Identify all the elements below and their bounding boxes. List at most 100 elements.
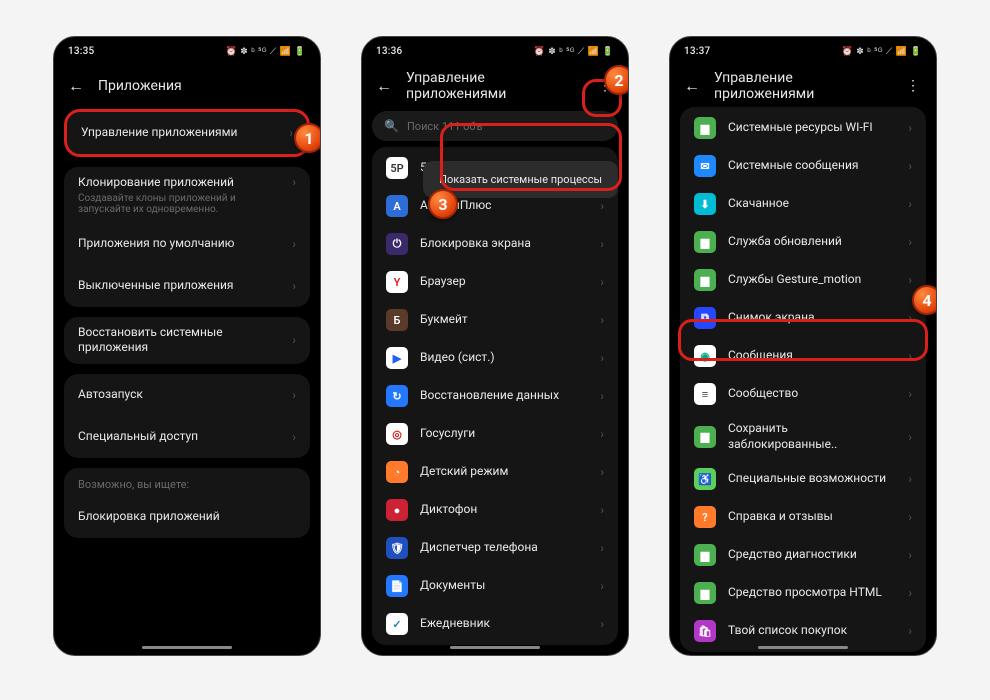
app-icon: А — [386, 195, 408, 217]
phone-screen-2: 13:36 ⏰ ✽ ᵇ ⁵ᴳ ⟋ 📶 🔋 ← Управление прилож… — [361, 36, 629, 656]
app-label: Средство диагностики — [728, 547, 896, 563]
app-row[interactable]: ↻Восстановление данных› — [372, 377, 618, 415]
more-icon[interactable]: ⋮ — [904, 79, 922, 93]
app-row[interactable]: ♿Специальные возможности› — [680, 460, 926, 498]
app-row[interactable]: 📄Документы› — [372, 567, 618, 605]
row-autostart[interactable]: Автозапуск › — [64, 374, 310, 416]
app-row[interactable]: ✉Системные сообщения› — [680, 147, 926, 185]
app-row[interactable]: ▆Средство просмотра HTML› — [680, 574, 926, 612]
status-bar: 13:36 ⏰ ✽ ᵇ ⁵ᴳ ⟋ 📶 🔋 — [362, 37, 628, 65]
chevron-right-icon: › — [600, 503, 604, 517]
app-row[interactable]: ▆Системные ресурсы WI-FI› — [680, 109, 926, 147]
app-row[interactable]: ▆Службы Gesture_motion› — [680, 261, 926, 299]
app-label: Детский режим — [420, 464, 588, 480]
step-badge-1: 1 — [294, 123, 321, 153]
home-indicator[interactable] — [142, 646, 232, 649]
chevron-right-icon: › — [600, 313, 604, 327]
app-row[interactable]: ≡Сообщество› — [680, 375, 926, 413]
app-row[interactable]: ? Справка и отзывы › — [680, 498, 926, 536]
home-indicator[interactable] — [758, 646, 848, 649]
app-icon: ⬇ — [694, 193, 716, 215]
app-label: Букмейт — [420, 312, 588, 328]
app-row[interactable]: ▆Сохранить заблокированные..› — [680, 413, 926, 460]
back-icon[interactable]: ← — [68, 76, 84, 96]
app-row[interactable]: Б Букмейт › — [372, 301, 618, 339]
app-label: Средство просмотра HTML — [728, 585, 896, 601]
app-row[interactable]: ●Диктофон› — [372, 491, 618, 529]
app-row[interactable]: ◔Детский режим› — [372, 453, 618, 491]
app-icon: ? — [694, 506, 716, 528]
chevron-right-icon: › — [908, 624, 912, 638]
app-icon: Б — [386, 309, 408, 331]
row-special-access[interactable]: Специальный доступ › — [64, 416, 310, 458]
row-default-apps[interactable]: Приложения по умолчанию › — [64, 223, 310, 265]
header: ← Управление приложениями ⋮ — [670, 65, 936, 107]
chevron-right-icon: › — [292, 175, 296, 189]
chevron-right-icon: › — [600, 237, 604, 251]
app-row[interactable]: ▶Видео (сист.)› — [372, 339, 618, 377]
app-row[interactable]: ⬇Скачанное› — [680, 185, 926, 223]
app-row[interactable]: ◎Госуслуги› — [372, 415, 618, 453]
app-label: Системные сообщения — [728, 158, 896, 174]
app-label: Справка и отзывы — [728, 509, 896, 525]
row-app-lock[interactable]: Блокировка приложений — [64, 496, 310, 538]
chevron-right-icon: › — [289, 126, 293, 140]
row-label: Выключенные приложения — [78, 278, 280, 294]
search-input[interactable]: 🔍 Поиск 111 объ — [372, 111, 618, 141]
row-restore-system-apps[interactable]: Восстановить системные приложения › — [64, 317, 310, 364]
chevron-right-icon: › — [908, 349, 912, 363]
app-label: Госуслуги — [420, 426, 588, 442]
app-label: Специальные возможности — [728, 471, 896, 487]
page-title: Управление приложениями — [714, 70, 890, 102]
chevron-right-icon: › — [600, 199, 604, 213]
phone-screen-3: 13:37 ⏰ ✽ ᵇ ⁵ᴳ ⟋ 📶 🔋 ← Управление прилож… — [669, 36, 937, 656]
status-icons: ⏰ ✽ ᵇ ⁵ᴳ ⟋ 📶 🔋 — [226, 46, 306, 57]
app-row[interactable]: ✓Ежедневник› — [372, 605, 618, 643]
chevron-right-icon: › — [600, 579, 604, 593]
row-manage-apps[interactable]: Управление приложениями › — [64, 109, 310, 157]
app-row[interactable]: ▆Служба обновлений› — [680, 223, 926, 261]
header: ← Приложения — [54, 65, 320, 107]
app-icon: Y — [386, 271, 408, 293]
status-bar: 13:37 ⏰ ✽ ᵇ ⁵ᴳ ⟋ 📶 🔋 — [670, 37, 936, 65]
app-icon: ▆ — [694, 269, 716, 291]
chevron-right-icon: › — [292, 333, 296, 347]
app-row[interactable]: ◉Сообщения› — [680, 337, 926, 375]
app-row[interactable]: ⧉Снимок экрана› — [680, 299, 926, 337]
row-label: Управление приложениями — [81, 125, 277, 141]
chevron-right-icon: › — [600, 617, 604, 631]
chevron-right-icon: › — [292, 279, 296, 293]
status-icons: ⏰ ✽ ᵇ ⁵ᴳ ⟋ 📶 🔋 — [534, 46, 614, 57]
app-icon: 5P — [386, 157, 408, 179]
row-label: Клонирование приложений — [78, 175, 280, 191]
row-subtitle: Создавайте клоны приложений и запускайте… — [78, 193, 280, 215]
app-row[interactable]: 🛍Твой список покупок› — [680, 612, 926, 650]
home-indicator[interactable] — [450, 646, 540, 649]
page-title: Приложения — [98, 78, 306, 94]
back-icon[interactable]: ← — [684, 76, 700, 96]
app-row[interactable]: ▆Средство диагностики› — [680, 536, 926, 574]
step-badge-2: 2 — [604, 65, 629, 95]
step-badge-3: 3 — [428, 189, 458, 219]
app-row[interactable]: 🛡Диспетчер телефона› — [372, 529, 618, 567]
chevron-right-icon: › — [908, 311, 912, 325]
row-label: Автозапуск — [78, 387, 280, 403]
chevron-right-icon: › — [908, 510, 912, 524]
chevron-right-icon: › — [908, 472, 912, 486]
app-label: Диктофон — [420, 502, 588, 518]
app-icon: ⏻ — [386, 233, 408, 255]
status-time: 13:35 — [68, 46, 94, 57]
app-icon: ✓ — [386, 613, 408, 635]
status-time: 13:37 — [684, 46, 710, 57]
back-icon[interactable]: ← — [376, 76, 392, 96]
chevron-right-icon: › — [600, 275, 604, 289]
row-clone-apps[interactable]: Клонирование приложений Создавайте клоны… — [64, 167, 310, 223]
row-disabled-apps[interactable]: Выключенные приложения › — [64, 265, 310, 307]
app-row[interactable]: Y Браузер › — [372, 263, 618, 301]
app-label: Служба обновлений — [728, 234, 896, 250]
app-label: Восстановление данных — [420, 388, 588, 404]
search-icon: 🔍 — [384, 119, 399, 133]
app-icon: ⧉ — [694, 307, 716, 329]
app-label: Браузер — [420, 274, 588, 290]
app-row[interactable]: ⏻Блокировка экрана› — [372, 225, 618, 263]
